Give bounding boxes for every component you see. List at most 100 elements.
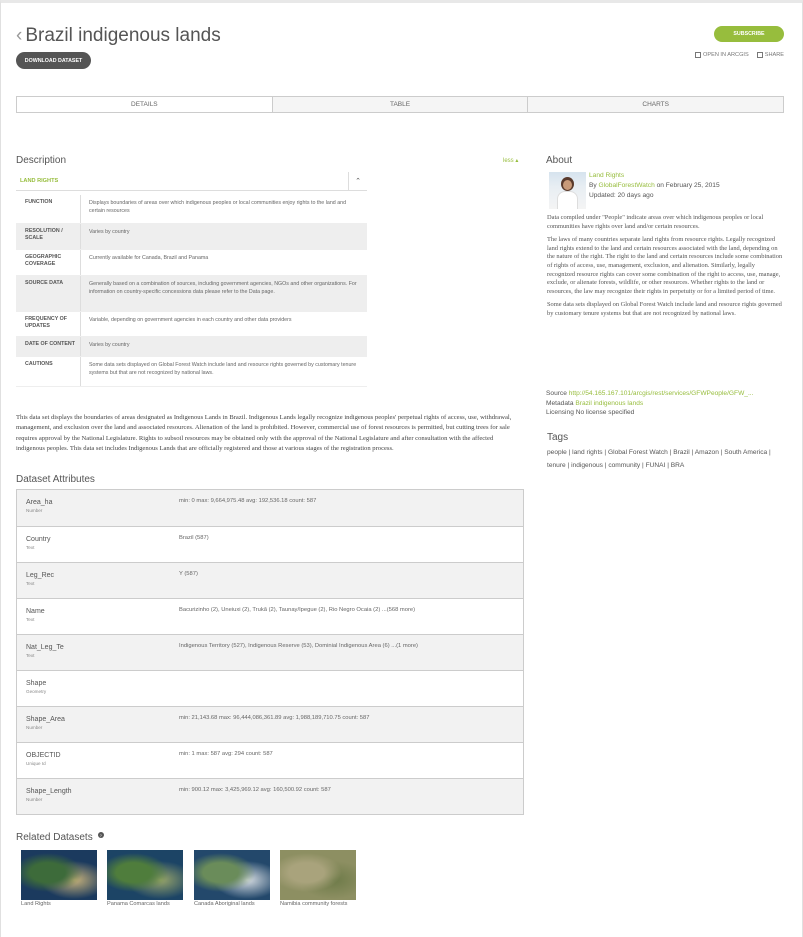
subscribe-button[interactable]: SUBSCRIBE <box>714 26 784 42</box>
attribute-row: Shape_Area Number min: 21,143.68 max: 96,… <box>17 706 523 742</box>
external-link-icon <box>695 52 702 58</box>
related-dataset-caption[interactable]: Land Rights <box>21 901 51 907</box>
metadata-key: RESOLUTION / SCALE <box>25 228 63 241</box>
tags-list[interactable]: people | land rights | Global Forest Wat… <box>547 447 787 472</box>
attribute-name: Shape <box>26 680 47 687</box>
updated-text: Updated: 20 days ago <box>589 192 654 199</box>
attribute-row: Leg_Rec Text Y (587) <box>17 562 523 598</box>
description-heading: Description <box>16 155 67 166</box>
tab-table[interactable]: TABLE <box>271 97 528 112</box>
related-heading: Related Datasets <box>16 832 93 843</box>
attribute-name: Name <box>26 608 45 615</box>
attribute-row: Shape Geometry <box>17 670 523 706</box>
about-paragraph: Data compiled under "People" indicate ar… <box>547 214 764 230</box>
attribute-type: Text <box>26 617 35 622</box>
attribute-type: Text <box>26 545 35 550</box>
attribute-type: Text <box>26 581 35 586</box>
attribute-type: Number <box>26 797 43 802</box>
tab-charts[interactable]: CHARTS <box>527 97 784 112</box>
published-date: on February 25, 2015 <box>656 182 720 189</box>
attribute-stats: min: 900.12 max: 3,425,969.12 avg: 160,5… <box>179 787 331 793</box>
less-toggle[interactable]: less ▴ <box>503 157 518 164</box>
attribute-type: Geometry <box>26 689 47 694</box>
attribute-stats: Bacurizinho (2), Uneiuxi (2), Trukã (2),… <box>179 607 416 613</box>
map-thumbnail-image[interactable] <box>280 850 356 900</box>
attribute-type: Number <box>26 508 43 513</box>
metadata-key: FREQUENCY OF UPDATES <box>25 316 67 329</box>
about-paragraph: The laws of many countries separate land… <box>547 236 783 295</box>
attribute-name: Shape_Length <box>26 788 72 795</box>
attribute-row: Shape_Length Number min: 900.12 max: 3,42… <box>17 778 523 814</box>
metadata-row: GEOGRAPHIC COVERAGE Currently available … <box>16 250 367 276</box>
metadata-table: FUNCTION Displays boundaries of areas ov… <box>16 195 367 387</box>
related-dataset-card[interactable]: Namibia community forests <box>280 850 356 907</box>
metadata-key: FUNCTION <box>25 199 53 205</box>
about-heading: About <box>546 155 573 166</box>
licensing-text: Licensing No license specified <box>546 409 635 417</box>
map-thumbnail-image[interactable] <box>107 850 183 900</box>
attribute-row: Nat_Leg_Te Text Indigenous Territory (527… <box>17 634 523 670</box>
share-link[interactable]: SHARE <box>756 52 784 58</box>
attribute-stats: Indigenous Territory (527), Indigenous R… <box>179 643 418 649</box>
author-avatar <box>549 172 586 209</box>
share-icon <box>756 52 763 58</box>
metadata-key: GEOGRAPHIC COVERAGE <box>25 254 62 267</box>
source-url-link[interactable]: http://54.165.167.101/arcgis/rest/servic… <box>569 390 754 397</box>
metadata-row: FREQUENCY OF UPDATES Variable, depending… <box>16 312 367 337</box>
related-dataset-card[interactable]: Canada Aboriginal lands <box>194 850 270 907</box>
attribute-stats: min: 0 max: 9,664,975.48 avg: 192,536.18… <box>179 498 317 504</box>
attribute-name: OBJECTID <box>26 752 61 759</box>
source-label: Source <box>546 390 567 397</box>
attribute-name: Leg_Rec <box>26 572 55 579</box>
page-title: Brazil indigenous lands <box>25 25 221 46</box>
by-label: By <box>589 182 597 189</box>
metadata-value: Varies by country <box>80 337 367 356</box>
metadata-value: Variable, depending on government agenci… <box>80 312 367 336</box>
metadata-label: Metadata <box>546 399 574 407</box>
attribute-row: Name Text Bacurizinho (2), Uneiuxi (2), T… <box>17 598 523 634</box>
metadata-key: SOURCE DATA <box>25 280 64 286</box>
download-dataset-button[interactable]: DOWNLOAD DATASET <box>16 52 91 69</box>
related-dataset-card[interactable]: Land Rights <box>21 850 97 907</box>
help-icon[interactable]: ? <box>97 832 104 838</box>
metadata-row: SOURCE DATA Generally based on a combina… <box>16 276 367 312</box>
open-in-arcgis-label: OPEN IN ARCGIS <box>703 52 749 58</box>
attribute-type: Number <box>26 725 43 730</box>
map-thumbnail-image[interactable] <box>194 850 270 900</box>
title-row: ‹ Brazil indigenous lands <box>16 25 221 47</box>
back-chevron-icon[interactable]: ‹ <box>16 25 22 47</box>
author-link[interactable]: GlobalForestWatch <box>599 182 655 189</box>
attribute-row: Country Text Brazil (587) <box>17 526 523 562</box>
attribute-row: OBJECTID Unique Id min: 1 max: 587 avg: 2… <box>17 742 523 778</box>
metadata-key: DATE OF CONTENT <box>25 341 75 347</box>
about-description: Data compiled under "People" indicate ar… <box>547 214 783 324</box>
metadata-row: FUNCTION Displays boundaries of areas ov… <box>16 195 367 224</box>
related-dataset-caption[interactable]: Canada Aboriginal lands <box>194 901 255 907</box>
attribute-stats: min: 1 max: 587 avg: 294 count: 587 <box>179 751 273 757</box>
metadata-value: Displays boundaries of areas over which … <box>80 195 367 223</box>
metadata-row: CAUTIONS Some data sets displayed on Glo… <box>16 357 367 387</box>
land-rights-header[interactable]: LAND RIGHTS ⌃ <box>16 171 367 191</box>
related-dataset-card[interactable]: Panama Comarcas lands <box>107 850 183 907</box>
attribute-name: Nat_Leg_Te <box>26 644 64 651</box>
related-header: Related Datasets ? <box>16 832 104 843</box>
collapse-caret-icon[interactable]: ⌃ <box>348 171 367 191</box>
category-link[interactable]: Land Rights <box>589 172 624 179</box>
metadata-row: DATE OF CONTENT Varies by country <box>16 337 367 357</box>
source-block: Source http://54.165.167.101/arcgis/rest… <box>546 389 786 418</box>
header-links: OPEN IN ARCGIS SHARE <box>695 52 784 58</box>
map-thumbnail-image[interactable] <box>21 850 97 900</box>
tab-bar: DETAILS TABLE CHARTS <box>16 96 784 113</box>
tab-details[interactable]: DETAILS <box>17 97 272 112</box>
related-dataset-caption[interactable]: Namibia community forests <box>280 901 347 907</box>
attribute-name: Shape_Area <box>26 716 65 723</box>
attribute-stats: Y (587) <box>179 571 198 577</box>
attribute-row: Area_ha Number min: 0 max: 9,664,975.48 a… <box>17 490 523 526</box>
related-dataset-caption[interactable]: Panama Comarcas lands <box>107 901 170 907</box>
tags-heading: Tags <box>547 432 569 443</box>
land-rights-title: LAND RIGHTS <box>20 178 59 184</box>
attribute-type: Text <box>26 653 35 658</box>
metadata-link[interactable]: Brazil indigenous lands <box>575 400 643 407</box>
metadata-value: Generally based on a combination of sour… <box>80 276 367 311</box>
open-in-arcgis-link[interactable]: OPEN IN ARCGIS <box>695 52 749 58</box>
